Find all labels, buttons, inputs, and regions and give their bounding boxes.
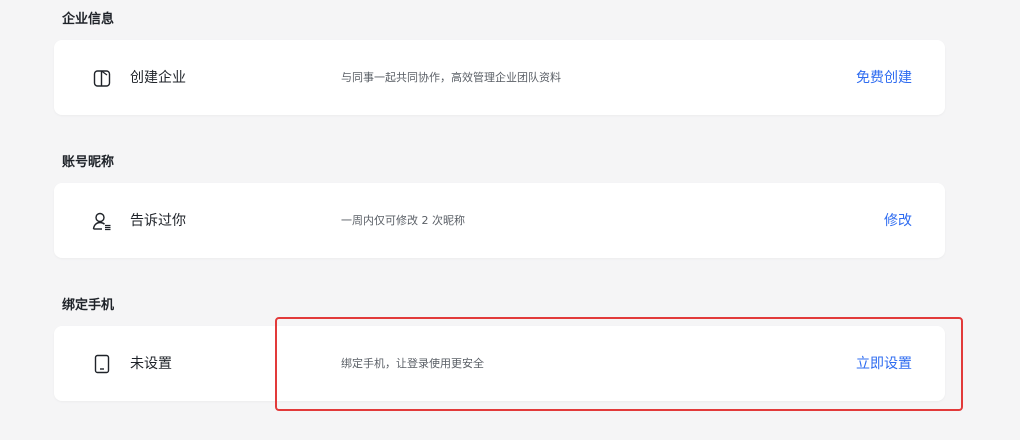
- enterprise-description: 与同事一起共同协作，高效管理企业团队资料: [341, 71, 561, 84]
- section-title-phone: 绑定手机: [62, 298, 115, 313]
- section-title-nickname: 账号昵称: [62, 155, 115, 170]
- user-icon: [92, 211, 112, 231]
- create-enterprise-button[interactable]: 免费创建: [856, 68, 912, 88]
- enterprise-name: 创建企业: [130, 70, 186, 86]
- enterprise-card: 创建企业 与同事一起共同协作，高效管理企业团队资料 免费创建: [54, 40, 945, 115]
- highlight-box: [275, 317, 963, 411]
- phone-icon: [92, 354, 112, 374]
- building-icon: [92, 68, 112, 88]
- phone-value: 未设置: [130, 356, 172, 372]
- section-title-enterprise: 企业信息: [62, 12, 115, 27]
- edit-nickname-button[interactable]: 修改: [884, 211, 912, 231]
- nickname-description: 一周内仅可修改 2 次昵称: [341, 214, 465, 227]
- nickname-card: 告诉过你 一周内仅可修改 2 次昵称 修改: [54, 183, 945, 258]
- nickname-value: 告诉过你: [130, 213, 186, 229]
